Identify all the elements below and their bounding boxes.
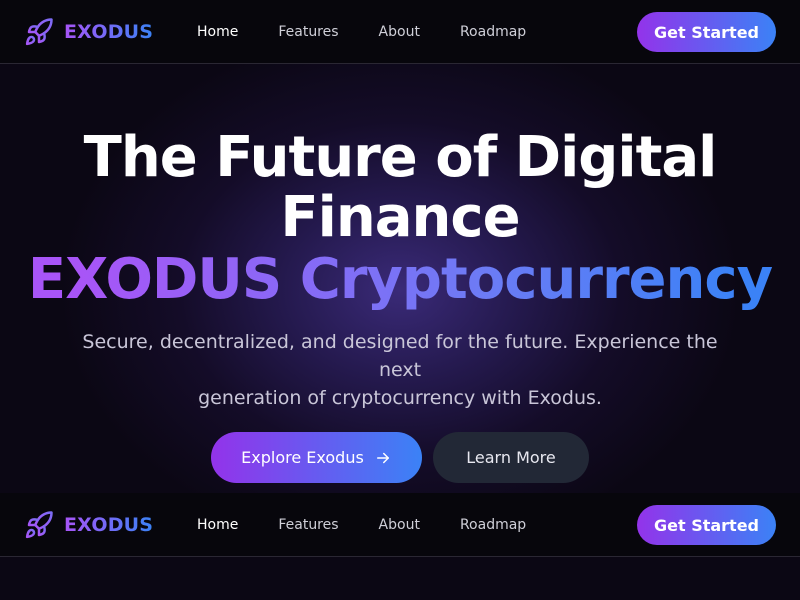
explore-exodus-label: Explore Exodus bbox=[241, 448, 364, 467]
nav-link-home[interactable]: Home bbox=[197, 517, 238, 533]
hero-subtitle-line1: Secure, decentralized, and designed for … bbox=[82, 331, 718, 381]
nav-link-home[interactable]: Home bbox=[197, 24, 238, 40]
brand-name: EXODUS bbox=[64, 21, 154, 43]
rocket-icon bbox=[24, 510, 54, 540]
brand-logo[interactable]: EXODUS bbox=[24, 16, 153, 48]
hero-subtitle-line2: generation of cryptocurrency with Exodus… bbox=[198, 387, 602, 409]
hero-title-line1: The Future of Digital bbox=[83, 125, 718, 190]
get-started-button[interactable]: Get Started bbox=[637, 12, 776, 52]
hero-subtitle: Secure, decentralized, and designed for … bbox=[60, 328, 740, 412]
explore-exodus-button[interactable]: Explore Exodus bbox=[211, 432, 422, 483]
brand-name: EXODUS bbox=[64, 514, 154, 536]
nav-link-features[interactable]: Features bbox=[278, 24, 338, 40]
landing-page: EXODUS Home Features About Roadmap Get S… bbox=[0, 0, 800, 600]
brand-logo[interactable]: EXODUS bbox=[24, 509, 153, 541]
hero-title: The Future of Digital Finance bbox=[0, 128, 800, 248]
hero-accent-title: EXODUS Cryptocurrency bbox=[0, 248, 800, 312]
nav-links: Home Features About Roadmap bbox=[197, 493, 566, 557]
get-started-button[interactable]: Get Started bbox=[637, 505, 776, 545]
arrow-right-icon bbox=[374, 449, 392, 467]
nav-link-about[interactable]: About bbox=[379, 24, 420, 40]
rocket-icon bbox=[24, 17, 54, 47]
learn-more-button[interactable]: Learn More bbox=[433, 432, 589, 483]
nav-link-features[interactable]: Features bbox=[278, 517, 338, 533]
sticky-navbar: EXODUS Home Features About Roadmap Get S… bbox=[0, 493, 800, 557]
nav-link-roadmap[interactable]: Roadmap bbox=[460, 517, 526, 533]
nav-link-about[interactable]: About bbox=[379, 517, 420, 533]
top-navbar: EXODUS Home Features About Roadmap Get S… bbox=[0, 0, 800, 64]
hero-title-line2: Finance bbox=[280, 185, 520, 250]
nav-link-roadmap[interactable]: Roadmap bbox=[460, 24, 526, 40]
nav-links: Home Features About Roadmap bbox=[197, 0, 566, 64]
